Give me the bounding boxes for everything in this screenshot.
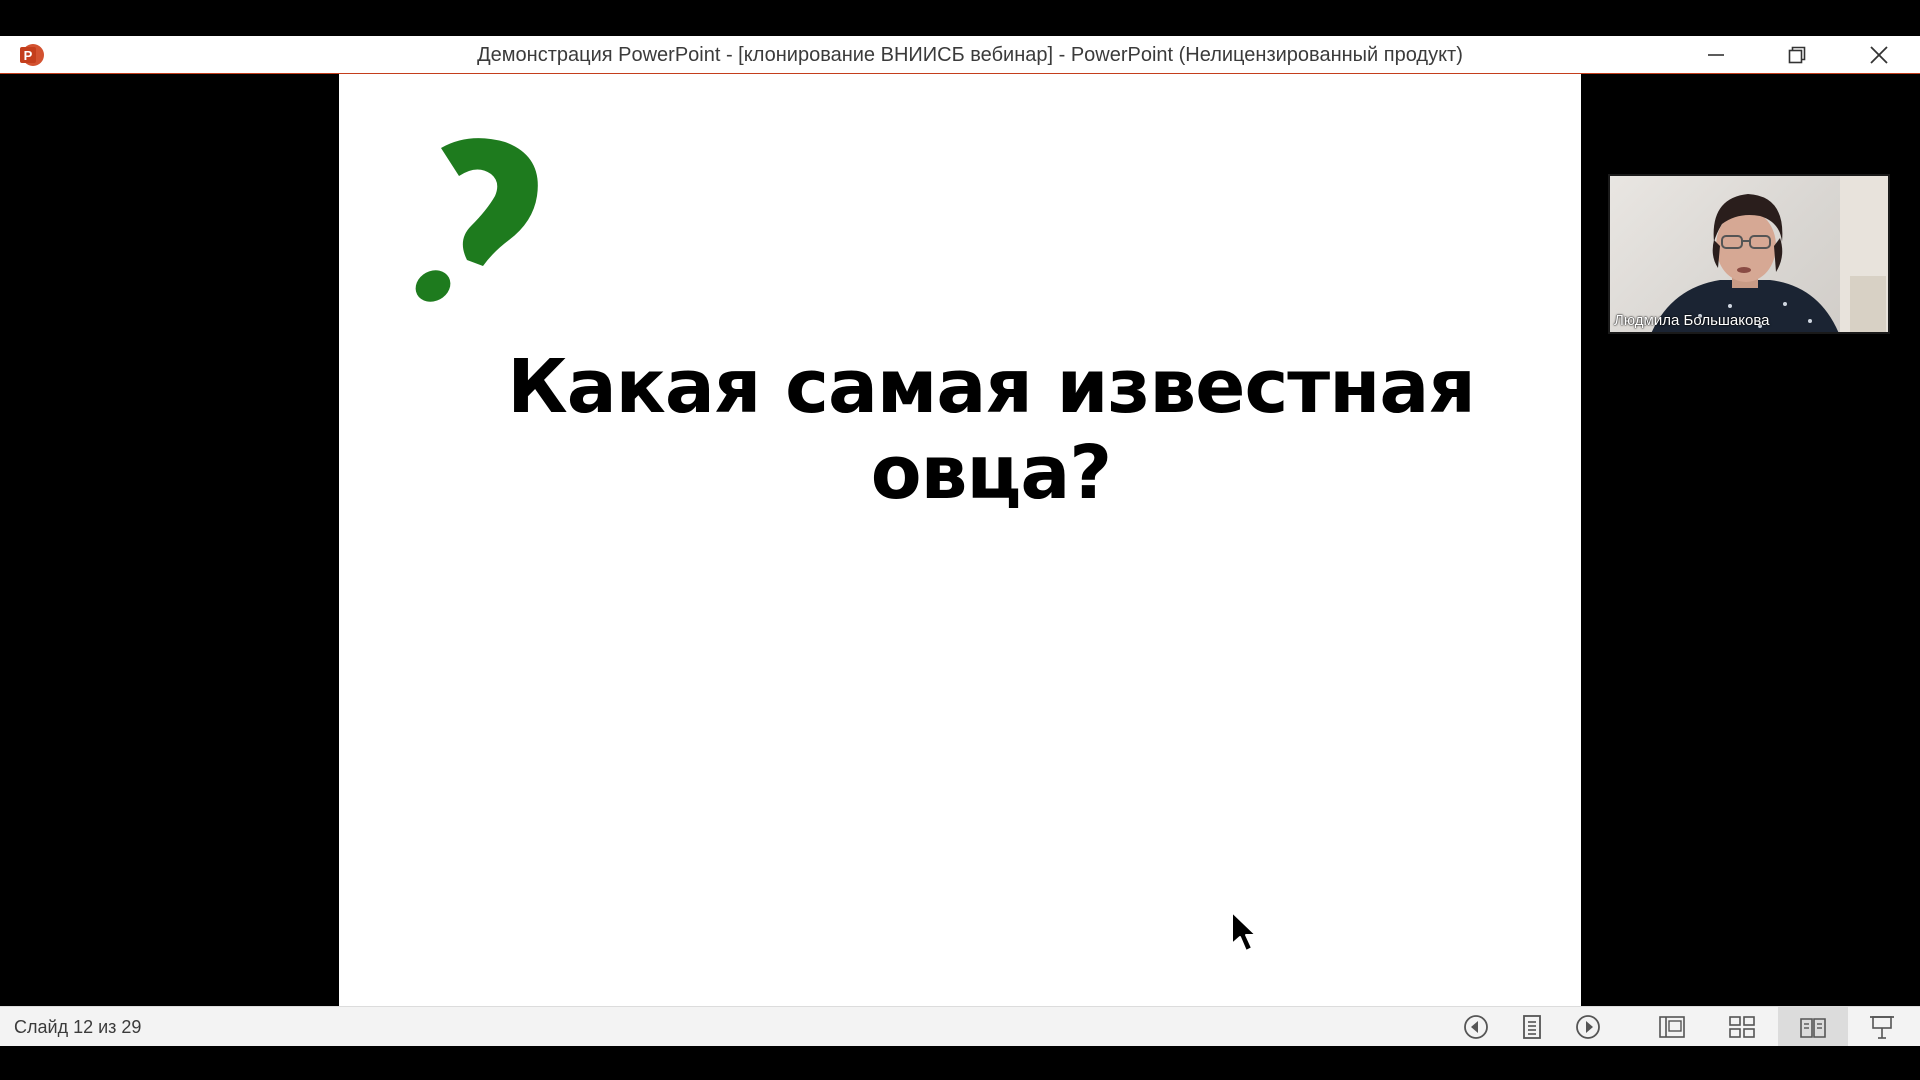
slideshow-icon <box>1870 1016 1894 1039</box>
participant-avatar <box>1651 176 1888 332</box>
next-slide-button[interactable] <box>1568 1011 1608 1043</box>
restore-icon <box>1788 46 1806 64</box>
restore-button[interactable] <box>1757 36 1837 74</box>
status-bar: Слайд 12 из 29 <box>0 1006 1920 1047</box>
minimize-icon <box>1708 54 1724 56</box>
participant-video[interactable]: Людмила Большакова <box>1608 174 1890 334</box>
normal-view-icon <box>1659 1016 1685 1038</box>
minimize-button[interactable] <box>1676 36 1756 74</box>
window-title: Демонстрация PowerPoint - [клонирование … <box>477 44 1463 66</box>
close-button[interactable] <box>1839 36 1919 74</box>
mouse-cursor-icon <box>1231 911 1257 952</box>
slide-sorter-button[interactable] <box>1722 1011 1762 1043</box>
close-icon <box>1870 46 1888 64</box>
notes-icon <box>1523 1015 1541 1039</box>
participant-name: Людмила Большакова <box>1614 312 1770 329</box>
normal-view-button[interactable] <box>1652 1011 1692 1043</box>
slide-title: Какая самая известная овца? <box>507 344 1476 516</box>
previous-slide-button[interactable] <box>1456 1011 1496 1043</box>
slideshow-stage: Какая самая известная овца? Людмила Боль… <box>0 74 1920 1006</box>
next-icon <box>1576 1015 1600 1039</box>
reading-view-button[interactable] <box>1778 1007 1848 1047</box>
slide-sorter-icon <box>1729 1016 1755 1038</box>
slideshow-button[interactable] <box>1862 1011 1902 1043</box>
reading-view-icon <box>1800 1018 1826 1038</box>
title-bar: P Демонстрация PowerPoint - [клонировани… <box>0 36 1920 74</box>
bottom-letterbox <box>0 1046 1920 1080</box>
previous-icon <box>1464 1015 1488 1039</box>
slide[interactable]: Какая самая известная овца? <box>339 74 1581 1006</box>
notes-button[interactable] <box>1512 1011 1552 1043</box>
slide-counter: Слайд 12 из 29 <box>14 1017 142 1037</box>
question-mark-icon <box>415 138 538 302</box>
screen: P Демонстрация PowerPoint - [клонировани… <box>0 0 1920 1080</box>
